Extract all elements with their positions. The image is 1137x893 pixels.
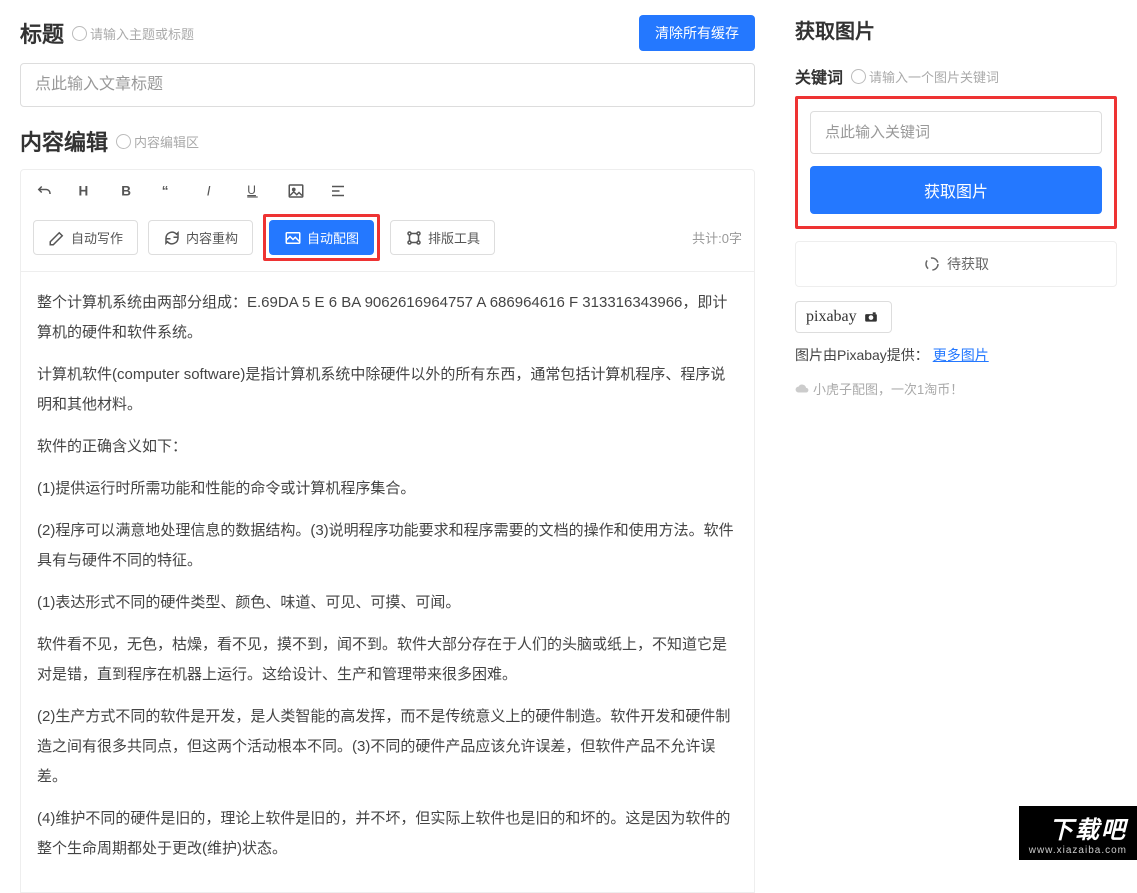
article-title-input[interactable] [20,63,755,107]
editor-paragraph: (4)维护不同的硬件是旧的，理论上软件是旧的，并不坏，但实际上软件也是旧的和坏的… [37,804,738,864]
title-hint: 请输入主题或标题 [72,24,194,43]
editor-paragraph: (1)表达形式不同的硬件类型、颜色、味道、可见、可摸、可闻。 [37,588,738,618]
watermark: 下载吧 www.xiazaiba.com [1019,806,1137,860]
fetch-status: 待获取 [795,241,1117,287]
layout-tool-label: 排版工具 [428,228,480,247]
action-row: 自动写作 内容重构 自动配图 排版工具 共计:0字 [33,214,742,261]
svg-text:U: U [247,183,256,197]
main-panel: 标题 请输入主题或标题 清除所有缓存 内容编辑 内容编辑区 H B “ I U … [0,0,775,860]
camera-icon [861,310,881,324]
keyword-label: 关键词 [795,64,843,88]
auto-write-button[interactable]: 自动写作 [33,220,138,255]
content-hint: 内容编辑区 [116,132,199,151]
undo-icon[interactable] [33,180,55,202]
sidebar-panel: 获取图片 关键词 请输入一个图片关键词 获取图片 待获取 pixabay 图片由… [775,0,1137,860]
content-section-header: 内容编辑 内容编辑区 [20,125,755,157]
auto-image-label: 自动配图 [307,228,359,247]
svg-text:H: H [79,184,89,199]
editor-toolbar: H B “ I U 自动写作 内容重构 自动配图 [20,169,755,272]
auto-image-button[interactable]: 自动配图 [269,220,374,255]
editor-paragraph: 整个计算机系统由两部分组成：E.69DA 5 E 6 BA 9062616964… [37,288,738,348]
footer-note-text: 小虎子配图，一次1淘币！ [813,379,963,398]
provider-prefix: 图片由Pixabay提供： [795,347,929,363]
spinner-icon [923,255,941,273]
content-label: 内容编辑 [20,125,108,157]
quote-icon[interactable]: “ [159,180,181,202]
keyword-header: 关键词 请输入一个图片关键词 [795,64,1117,88]
picture-icon [284,229,302,247]
pencil-icon [48,229,66,247]
pixabay-logo: pixabay [795,301,892,333]
editor-paragraph: 计算机软件(computer software)是指计算机系统中除硬件以外的所有… [37,360,738,420]
watermark-title: 下载吧 [1029,810,1127,845]
footer-note: 小虎子配图，一次1淘币！ [795,379,1117,398]
underline-icon[interactable]: U [243,180,265,202]
editor-paragraph: 软件看不见，无色，枯燥，看不见，摸不到，闻不到。软件大部分存在于人们的头脑或纸上… [37,630,738,690]
keyword-block-highlight: 获取图片 [795,96,1117,229]
italic-icon[interactable]: I [201,180,223,202]
format-row: H B “ I U [33,180,742,202]
align-icon[interactable] [327,180,349,202]
fetch-status-text: 待获取 [947,254,989,274]
svg-text:B: B [121,184,131,199]
content-editor[interactable]: 整个计算机系统由两部分组成：E.69DA 5 E 6 BA 9062616964… [20,272,755,893]
title-label: 标题 [20,17,64,49]
provider-line: 图片由Pixabay提供： 更多图片 [795,345,1117,365]
svg-text:“: “ [162,184,169,199]
content-rebuild-button[interactable]: 内容重构 [148,220,253,255]
heading-icon[interactable]: H [75,180,97,202]
clear-cache-button[interactable]: 清除所有缓存 [639,15,755,51]
image-icon[interactable] [285,180,307,202]
watermark-url: www.xiazaiba.com [1029,845,1127,856]
bold-icon[interactable]: B [117,180,139,202]
more-images-link[interactable]: 更多图片 [933,347,989,363]
layout-icon [405,229,423,247]
editor-paragraph: (1)提供运行时所需功能和性能的命令或计算机程序集合。 [37,474,738,504]
svg-text:I: I [207,184,211,199]
sidebar-title: 获取图片 [795,15,1117,44]
word-counter: 共计:0字 [692,228,742,247]
editor-paragraph: (2)程序可以满意地处理信息的数据结构。(3)说明程序功能要求和程序需要的文档的… [37,516,738,576]
layout-tool-button[interactable]: 排版工具 [390,220,495,255]
editor-paragraph: (2)生产方式不同的软件是开发，是人类智能的高发挥，而不是传统意义上的硬件制造。… [37,702,738,792]
auto-image-highlight: 自动配图 [263,214,380,261]
title-section-header: 标题 请输入主题或标题 清除所有缓存 [20,15,755,51]
editor-paragraph: 软件的正确含义如下： [37,432,738,462]
keyword-hint: 请输入一个图片关键词 [851,67,999,86]
cloud-icon [795,382,809,396]
content-rebuild-label: 内容重构 [186,228,238,247]
fetch-image-button[interactable]: 获取图片 [810,166,1102,214]
keyword-input[interactable] [810,111,1102,154]
refresh-icon [163,229,181,247]
auto-write-label: 自动写作 [71,228,123,247]
